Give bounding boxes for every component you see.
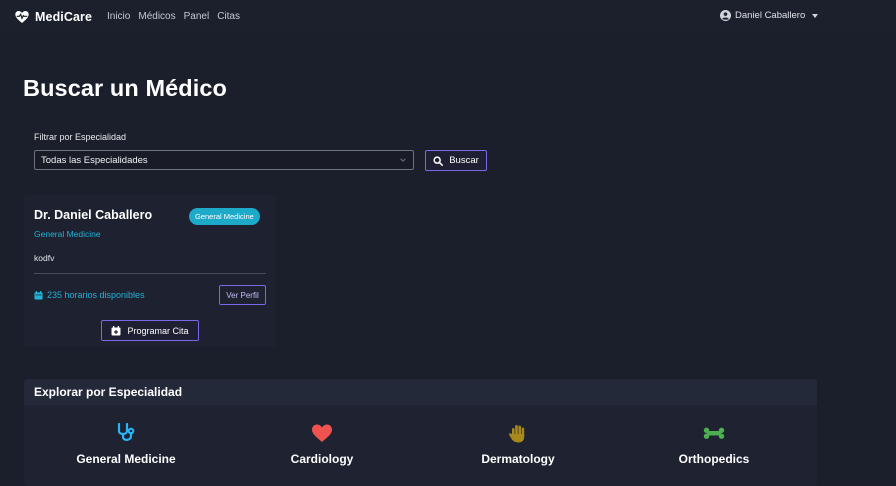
doctor-specialty: General Medicine xyxy=(34,229,101,239)
nav-link-panel[interactable]: Panel xyxy=(184,11,210,22)
specialty-select[interactable]: Todas las Especialidades xyxy=(34,150,414,170)
explore-title: Explorar por Especialidad xyxy=(34,385,183,399)
search-button[interactable]: Buscar xyxy=(425,150,487,171)
specialty-label: Orthopedics xyxy=(678,452,750,466)
navbar: MediCare Inicio Médicos Panel Citas Dani… xyxy=(0,0,896,34)
hand-icon xyxy=(508,425,525,443)
specialty-label: Cardiology xyxy=(290,452,354,466)
schedule-appointment-button[interactable]: Programar Cita xyxy=(101,320,199,341)
heart-icon xyxy=(312,424,332,442)
card-divider xyxy=(34,273,266,274)
nav-link-inicio[interactable]: Inicio xyxy=(107,11,130,22)
user-circle-icon xyxy=(720,10,731,21)
doctor-description: kodfv xyxy=(34,253,55,263)
calendar-icon xyxy=(34,290,43,300)
doctor-card: Dr. Daniel Caballero General Medicine Ge… xyxy=(24,195,276,347)
specialty-badge: General Medicine xyxy=(189,208,260,225)
view-profile-button[interactable]: Ver Perfil xyxy=(219,285,266,305)
specialty-orthopedics[interactable]: Orthopedics xyxy=(644,423,784,466)
chevron-down-icon xyxy=(400,158,406,162)
doctor-name: Dr. Daniel Caballero xyxy=(34,208,153,222)
search-button-label: Buscar xyxy=(449,155,479,166)
schedule-button-label: Programar Cita xyxy=(127,325,189,336)
specialty-label: Dermatology xyxy=(481,452,555,466)
brand[interactable]: MediCare xyxy=(14,9,92,25)
filter-label: Filtrar por Especialidad xyxy=(34,132,127,142)
availability-text: 235 horarios disponibles xyxy=(47,290,145,300)
search-icon xyxy=(433,155,444,166)
calendar-plus-icon xyxy=(111,325,121,335)
nav-links: Inicio Médicos Panel Citas xyxy=(107,11,240,22)
user-menu[interactable]: Daniel Caballero xyxy=(720,10,819,21)
nav-link-citas[interactable]: Citas xyxy=(217,11,240,22)
specialty-cardiology[interactable]: Cardiology xyxy=(252,423,392,466)
bone-icon xyxy=(703,427,725,439)
chevron-down-icon xyxy=(812,13,819,18)
specialty-select-value: Todas las Especialidades xyxy=(41,155,148,166)
brand-name: MediCare xyxy=(35,10,93,24)
nav-link-medicos[interactable]: Médicos xyxy=(138,11,175,22)
specialty-general-medicine[interactable]: General Medicine xyxy=(56,423,196,466)
stethoscope-icon xyxy=(117,423,135,441)
user-name: Daniel Caballero xyxy=(735,10,806,21)
specialty-label: General Medicine xyxy=(76,452,176,466)
explore-panel: Explorar por Especialidad General Medici… xyxy=(24,379,817,486)
explore-header: Explorar por Especialidad xyxy=(24,379,817,405)
availability: 235 horarios disponibles xyxy=(34,290,145,300)
page-title: Buscar un Médico xyxy=(23,75,228,101)
specialty-dermatology[interactable]: Dermatology xyxy=(448,423,588,466)
heart-pulse-icon xyxy=(15,11,29,23)
